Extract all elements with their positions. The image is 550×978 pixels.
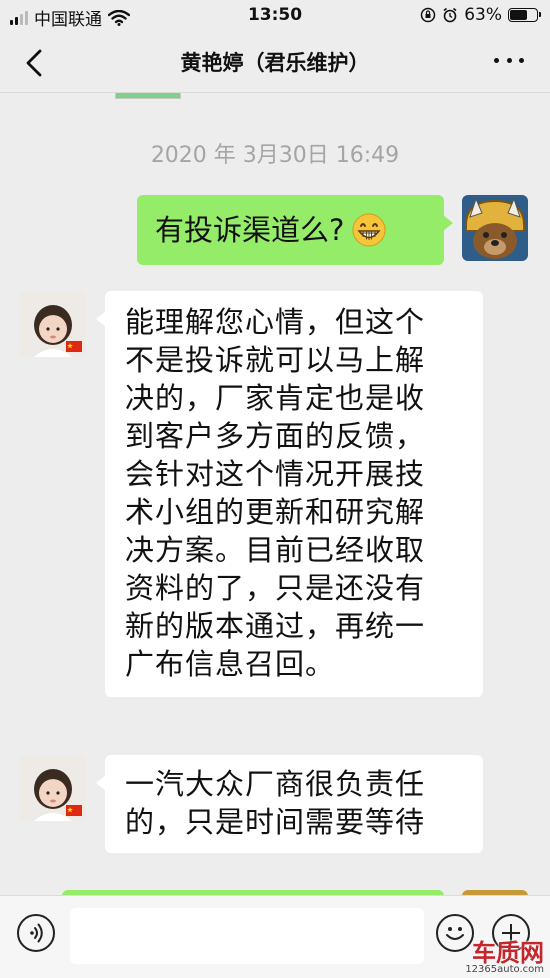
contact-avatar[interactable]: [20, 291, 86, 357]
message-line: 能理解您心情，但这个: [125, 305, 426, 339]
orientation-lock-icon: [420, 7, 436, 23]
message-line: 一汽大众厂商很负责任: [125, 767, 426, 801]
message-line: 广布信息召回。: [125, 647, 336, 681]
incoming-message-bubble[interactable]: 能理解您心情，但这个 不是投诉就可以马上解 决的，厂家肯定也是收 到客户多方面的…: [96, 291, 483, 697]
message-line: 到客户多方面的反馈，: [125, 419, 426, 453]
message-line: 不是投诉就可以马上解: [125, 343, 426, 377]
battery-percent: 63%: [464, 5, 502, 25]
message-list[interactable]: 2020 年 3月30日 16:49 有投诉渠道么? 能理解您心情，但这个 不是…: [0, 93, 550, 895]
previous-image-message[interactable]: [115, 93, 181, 99]
outgoing-message-bubble[interactable]: 有投诉渠道么?: [137, 195, 453, 265]
nav-bar: 黄艳婷（君乐维护）: [0, 34, 550, 93]
input-bar: 车质网 12365auto.com: [0, 895, 550, 978]
message-input[interactable]: [70, 908, 424, 964]
message-line: 资料的了，只是还没有: [125, 571, 426, 605]
chat-title: 黄艳婷（君乐维护）: [180, 51, 370, 75]
voice-input-button[interactable]: [17, 914, 55, 952]
watermark-logo: 车质网 12365auto.com: [465, 939, 544, 975]
voice-icon: [30, 923, 43, 943]
message-timestamp: 2020 年 3月30日 16:49: [150, 143, 400, 168]
my-avatar[interactable]: [462, 195, 528, 261]
bear-avatar-icon: [462, 195, 528, 261]
message-line: 术小组的更新和研究解: [125, 495, 426, 529]
chat-screen: 中国联通 13:50 63% 黄艳婷（君乐维护） 2020 年 3月30日 16…: [0, 0, 550, 978]
message-line: 决方案。目前已经收取: [125, 533, 426, 567]
status-bar: 中国联通 13:50 63%: [0, 0, 550, 34]
child-photo-avatar-icon: [20, 291, 86, 357]
child-photo-avatar-icon: [20, 755, 86, 821]
message-line: 决的，厂家肯定也是收: [125, 381, 426, 415]
grinning-face-emoji-icon: [352, 213, 386, 247]
incoming-message-bubble[interactable]: 一汽大众厂商很负责任 的，只是时间需要等待: [96, 755, 483, 853]
alarm-icon: [443, 7, 457, 23]
battery-icon: [508, 8, 541, 22]
message-line: 的，只是时间需要等待: [125, 805, 426, 839]
contact-avatar[interactable]: [20, 755, 86, 821]
more-options-icon[interactable]: [494, 58, 524, 66]
message-line: 新的版本通过，再统一: [125, 609, 426, 643]
message-line: 会针对这个情况开展技: [125, 457, 426, 491]
message-text: 有投诉渠道么?: [155, 213, 345, 247]
